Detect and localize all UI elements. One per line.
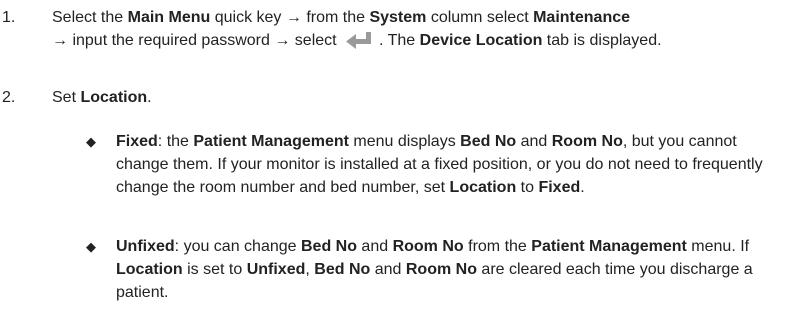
bullet-diamond-icon: ◆ bbox=[86, 134, 96, 149]
bullet-fixed-text: Fixed: the Patient Management menu displ… bbox=[116, 133, 763, 196]
enter-return-icon bbox=[345, 31, 375, 56]
step-1-number: 1. bbox=[2, 9, 16, 26]
bullet-diamond-icon: ◆ bbox=[86, 239, 96, 254]
step-2-text: Set Location. bbox=[52, 89, 152, 106]
step-2-number: 2. bbox=[2, 89, 16, 106]
bullet-unfixed-text: Unfixed: you can change Bed No and Room … bbox=[116, 238, 753, 301]
step-1-text: Select the Main Menu quick key → from th… bbox=[52, 6, 772, 56]
